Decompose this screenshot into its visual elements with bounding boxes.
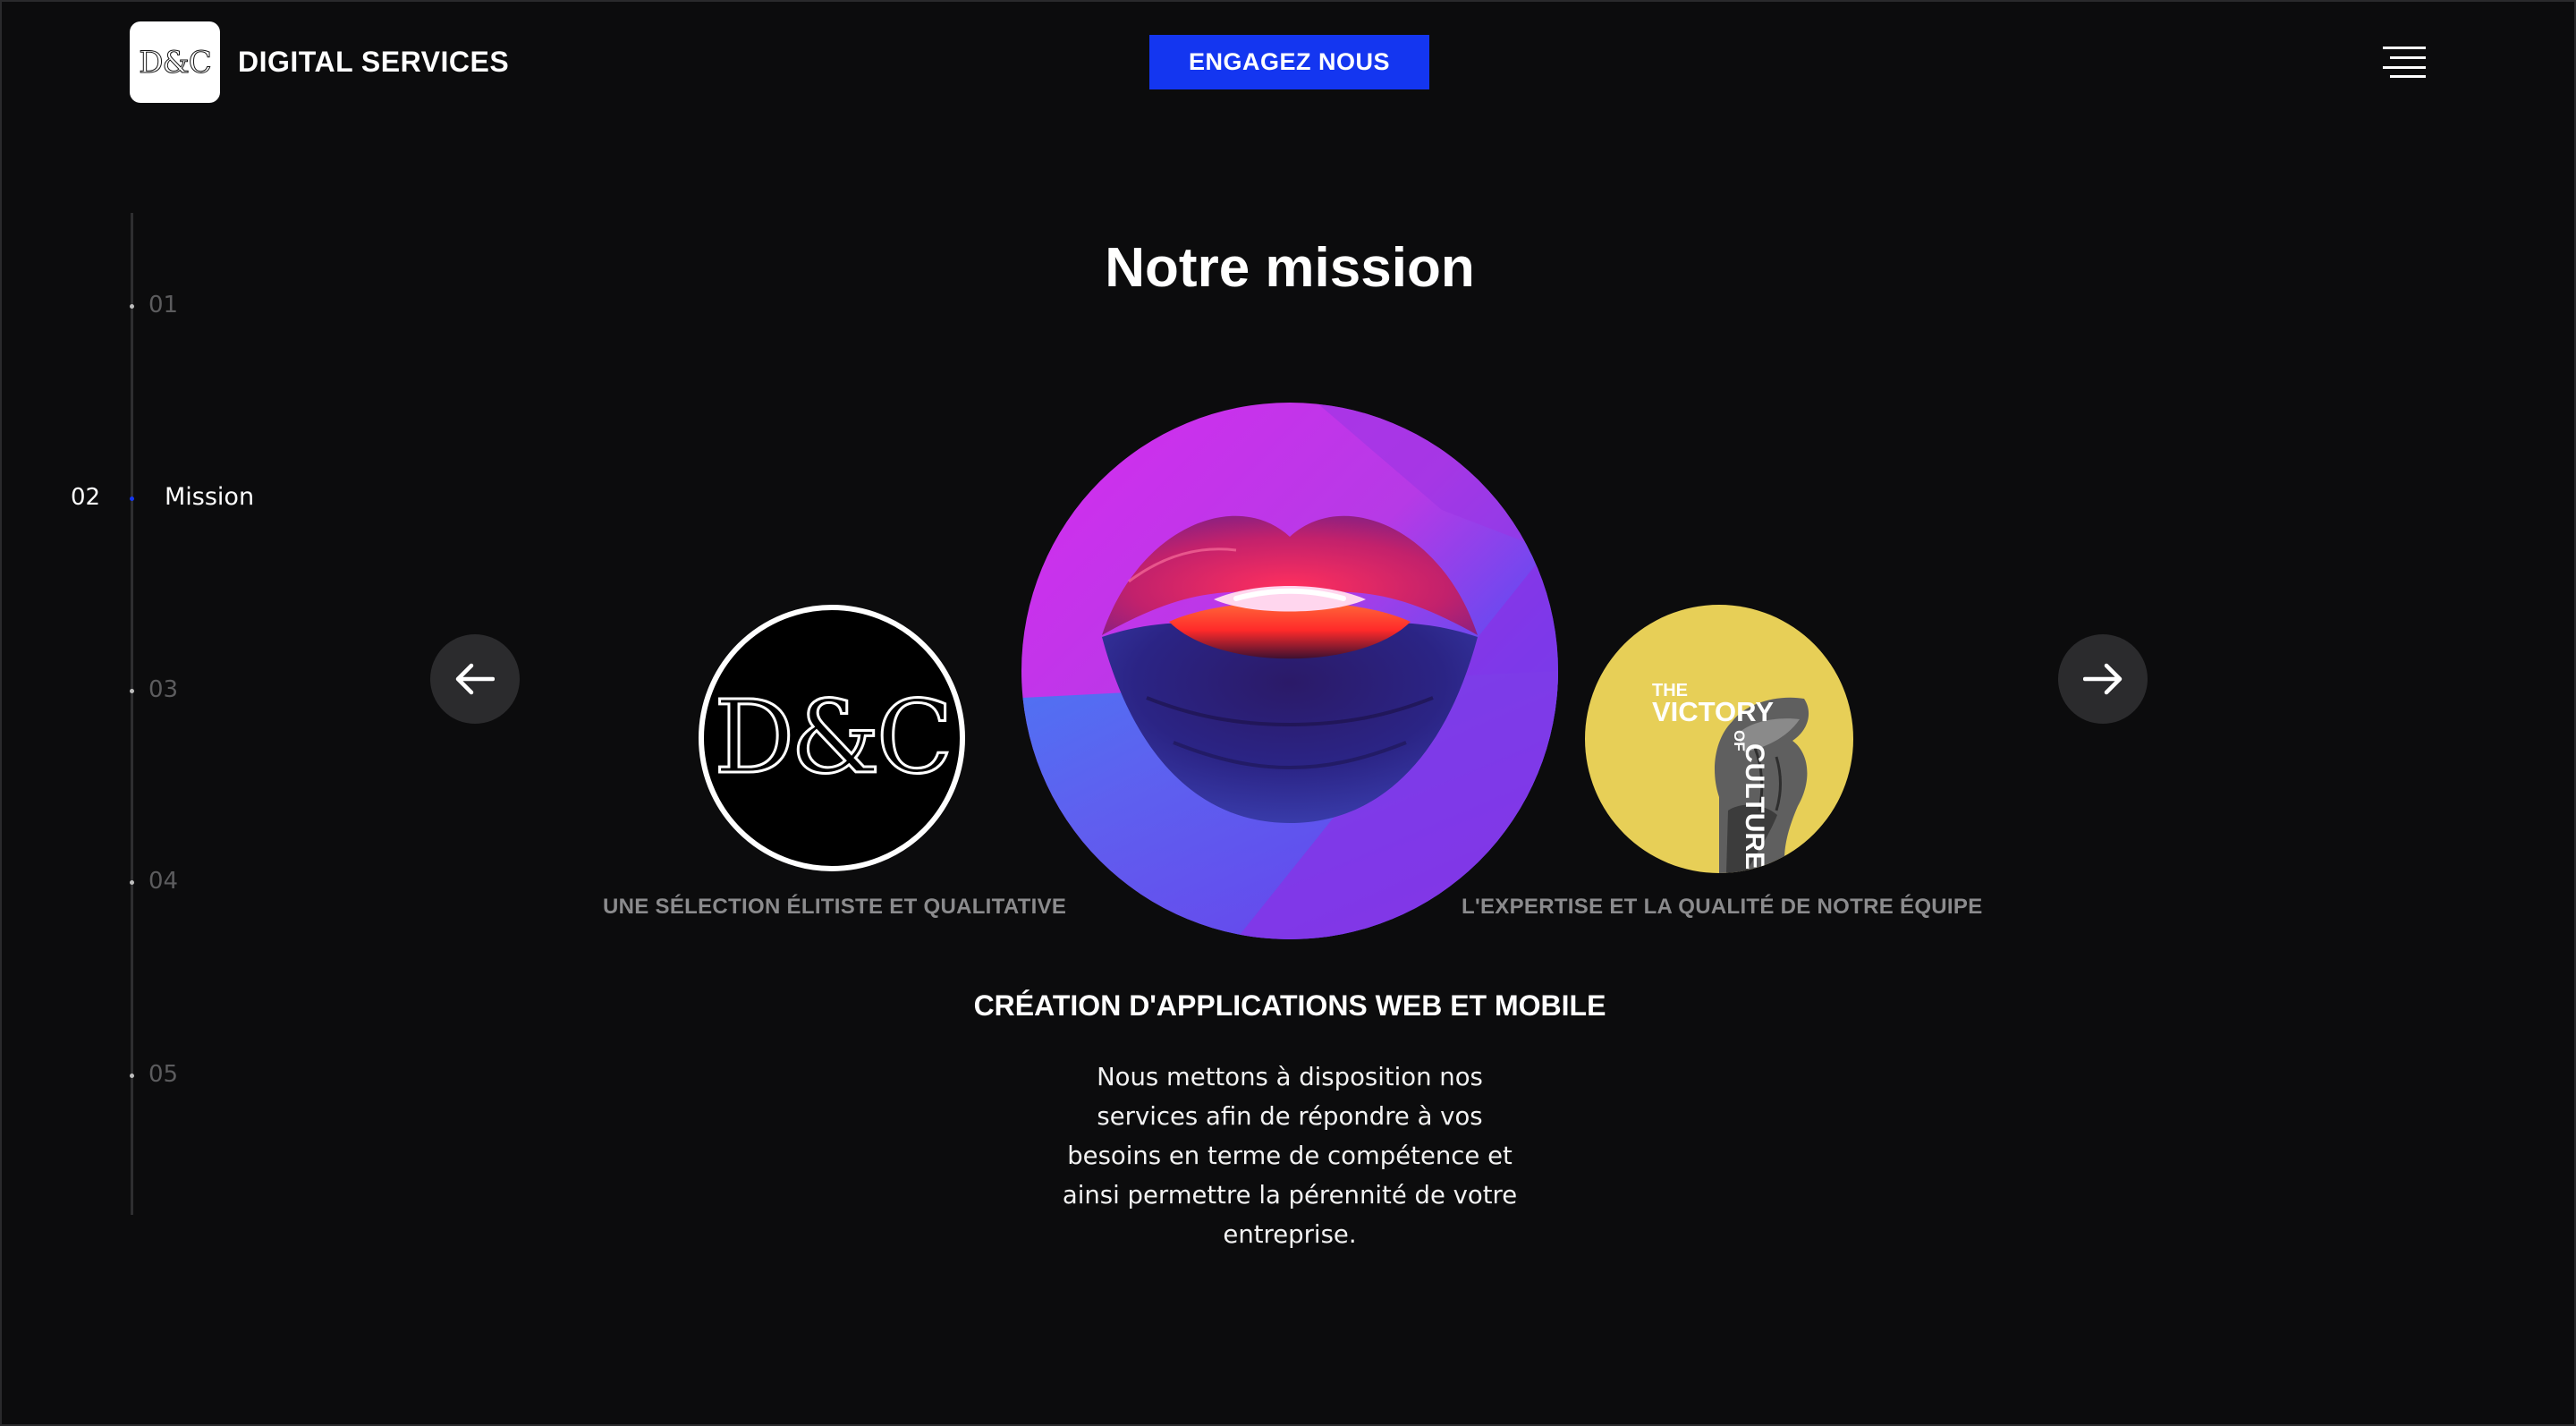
nav-dot (130, 689, 134, 693)
side-nav-item-04[interactable]: 04 (2, 864, 199, 900)
carousel-prev-button[interactable] (430, 634, 520, 724)
carousel-next-button[interactable] (2058, 634, 2148, 724)
slide-caption-expertise: L'EXPERTISE ET LA QUALITÉ DE NOTRE ÉQUIP… (1462, 895, 1983, 919)
nav-dot (130, 1074, 134, 1078)
engage-button[interactable]: ENGAGEZ NOUS (1149, 35, 1429, 89)
dc-logo-text: D&C (713, 679, 954, 798)
side-nav-item-mission[interactable]: 02 Mission (2, 480, 288, 516)
slide-image-lips[interactable] (1021, 403, 1558, 939)
victory-text-victory: VICTORY (1652, 696, 1774, 727)
hamburger-menu-icon[interactable] (2383, 46, 2426, 78)
service-description: Nous mettons à disposition nos services … (1062, 1063, 1518, 1249)
nav-number: 05 (148, 1061, 179, 1088)
arrow-left-icon (455, 663, 495, 695)
side-nav-item-03[interactable]: 03 (2, 673, 199, 709)
nav-number: 02 (71, 484, 101, 511)
victory-text-culture: CULTURE (1740, 743, 1769, 870)
nav-label: Mission (165, 483, 255, 511)
page-frame: D&C DIGITAL SERVICES ENGAGEZ NOUS 01 02 … (0, 0, 2576, 1426)
slide-caption-selection: UNE SÉLECTION ÉLITISTE ET QUALITATIVE (603, 895, 1067, 919)
logo-text: D&C (139, 44, 213, 81)
side-nav-item-05[interactable]: 05 (2, 1057, 199, 1093)
arrow-right-icon (2083, 663, 2123, 695)
nav-number: 04 (148, 868, 179, 895)
nav-dot (130, 304, 134, 309)
nav-number: 03 (148, 676, 179, 703)
brand-name[interactable]: DIGITAL SERVICES (238, 46, 509, 79)
nav-dot (130, 880, 134, 885)
slide-image-victory-of-culture[interactable]: THE VICTORY OF CULTURE (1585, 605, 1853, 873)
page-title: Notre mission (1105, 237, 1475, 299)
logo[interactable]: D&C (130, 21, 220, 103)
nav-dot-active (130, 497, 134, 501)
service-title: CRÉATION D'APPLICATIONS WEB ET MOBILE (973, 989, 1606, 1022)
slide-image-dc-logo[interactable]: D&C (699, 605, 965, 871)
